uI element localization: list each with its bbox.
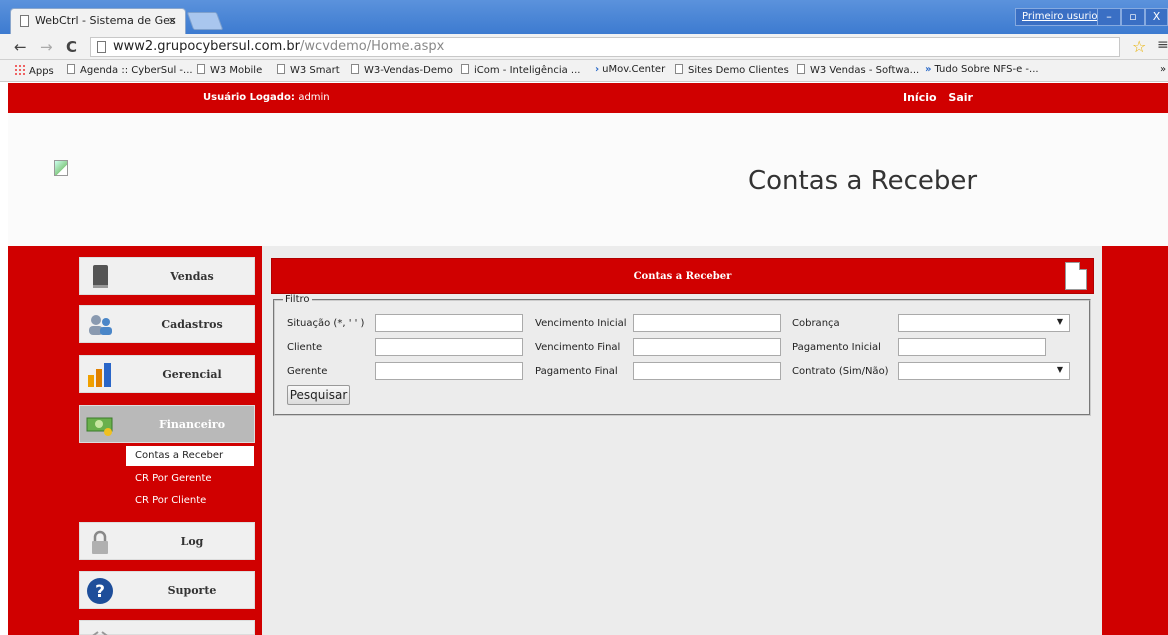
bookmark-apps[interactable]: Apps: [14, 64, 54, 77]
page-icon: [675, 64, 683, 74]
page-icon: [277, 64, 285, 74]
label-pagamento-inicial: Pagamento Inicial: [792, 342, 881, 353]
bookmark-item[interactable]: » Tudo Sobre NFS-e -...: [925, 64, 1039, 75]
url-input[interactable]: www2.grupocybersul.com.br/wcvdemo/Home.a…: [90, 37, 1120, 57]
label-situacao: Situação (*, ' ' ): [287, 318, 365, 329]
bookmarks-overflow-button[interactable]: »: [1160, 64, 1166, 75]
filter-legend: Filtro: [285, 294, 310, 305]
search-button[interactable]: Pesquisar: [287, 385, 350, 405]
label-gerente: Gerente: [287, 366, 328, 377]
situacao-input[interactable]: [375, 314, 523, 332]
page-header: Contas a Receber: [8, 113, 1168, 246]
bookmarks-bar: Apps Agenda :: CyberSul -... W3 Mobile W…: [0, 60, 1168, 82]
page-icon: [67, 64, 75, 74]
dropdown-arrow-icon: ▼: [1056, 365, 1063, 374]
bookmark-item[interactable]: Sites Demo Clientes: [675, 64, 789, 76]
money-icon: [86, 417, 113, 436]
page-icon: [197, 64, 205, 74]
dropdown-arrow-icon: ▼: [1056, 317, 1063, 326]
browser-titlebar: WebCtrl - Sistema de Ges × Primeiro usur…: [0, 0, 1168, 34]
panel-header: Contas a Receber: [271, 258, 1094, 294]
page-icon: [461, 64, 469, 74]
page-icon: [797, 64, 805, 74]
logo-broken-image-icon: [54, 160, 68, 176]
label-vencimento-inicial: Vencimento Inicial: [535, 318, 627, 329]
minimize-button[interactable]: –: [1097, 8, 1121, 26]
cobranca-select[interactable]: ▼: [898, 314, 1070, 332]
page-icon: [351, 64, 359, 74]
bookmark-item[interactable]: W3 Vendas - Softwa...: [797, 64, 919, 76]
pagamento-final-input[interactable]: [633, 362, 781, 380]
cliente-input[interactable]: [375, 338, 523, 356]
page-topbar: Usuário Logado: admin Início Sair: [8, 83, 1168, 113]
home-link[interactable]: Início: [903, 91, 937, 104]
tab-close-icon[interactable]: ×: [168, 14, 177, 27]
double-chevron-icon: »: [925, 64, 932, 75]
tab-title: WebCtrl - Sistema de Ges: [35, 14, 176, 27]
sidebar-item-vendas[interactable]: Vendas: [79, 257, 255, 295]
sidebar-item-cadastros[interactable]: Cadastros: [79, 305, 255, 343]
address-bar: ← → C www2.grupocybersul.com.br/wcvdemo/…: [0, 34, 1168, 60]
bookmark-item[interactable]: W3 Smart: [277, 64, 340, 76]
bookmark-item[interactable]: W3 Mobile: [197, 64, 262, 76]
new-document-icon[interactable]: [1065, 262, 1087, 290]
right-margin: [1102, 246, 1168, 635]
bookmark-item[interactable]: iCom - Inteligência ...: [461, 64, 580, 76]
sidebar-item-more[interactable]: [79, 620, 255, 635]
sidebar-item-log[interactable]: Log: [79, 522, 255, 560]
page-icon: [97, 41, 106, 53]
browser-menu-icon[interactable]: ≡: [1157, 37, 1168, 53]
sidebar-item-financeiro[interactable]: Financeiro: [79, 405, 255, 443]
sidebar-item-suporte[interactable]: ? Suporte: [79, 571, 255, 609]
label-vencimento-final: Vencimento Final: [535, 342, 621, 353]
apps-grid-icon: [14, 64, 25, 75]
maximize-button[interactable]: ▫: [1121, 8, 1145, 26]
bookmark-item[interactable]: W3-Vendas-Demo: [351, 64, 453, 76]
reload-button[interactable]: C: [66, 38, 77, 56]
url-path: /wcvdemo/Home.aspx: [300, 39, 445, 54]
vencimento-final-input[interactable]: [633, 338, 781, 356]
new-tab-button[interactable]: [186, 12, 224, 30]
submenu-cr-por-cliente[interactable]: CR Por Cliente: [135, 495, 206, 506]
submenu-contas-a-receber[interactable]: Contas a Receber: [126, 446, 254, 466]
pagamento-inicial-input[interactable]: [898, 338, 1046, 356]
label-contrato: Contrato (Sim/Não): [792, 366, 889, 377]
bookmark-item[interactable]: › uMov.Center: [595, 64, 665, 75]
lock-icon: [92, 530, 108, 554]
browser-tab[interactable]: WebCtrl - Sistema de Ges ×: [10, 8, 186, 34]
submenu-cr-por-gerente[interactable]: CR Por Gerente: [135, 473, 212, 484]
page-title: Contas a Receber: [748, 166, 978, 196]
book-icon: [93, 265, 108, 288]
sidebar-item-gerencial[interactable]: Gerencial: [79, 355, 255, 393]
gerente-input[interactable]: [375, 362, 523, 380]
help-icon: ?: [87, 578, 113, 604]
exit-link[interactable]: Sair: [948, 91, 973, 104]
bookmark-item[interactable]: Agenda :: CyberSul -...: [67, 64, 193, 76]
chevron-right-icon: ›: [595, 64, 600, 75]
bar-chart-icon: [88, 363, 111, 387]
page-icon: [20, 15, 29, 27]
users-icon: [89, 315, 112, 335]
logged-user: Usuário Logado: admin: [203, 92, 330, 103]
tools-icon: [92, 631, 108, 635]
vencimento-inicial-input[interactable]: [633, 314, 781, 332]
label-cliente: Cliente: [287, 342, 323, 353]
back-button[interactable]: ←: [14, 38, 27, 56]
forward-button[interactable]: →: [40, 38, 53, 56]
contrato-select[interactable]: ▼: [898, 362, 1070, 380]
close-window-button[interactable]: X: [1145, 8, 1168, 26]
url-host: www2.grupocybersul.com.br: [113, 39, 301, 54]
top-links: Início Sair: [903, 91, 981, 104]
panel-title: Contas a Receber: [633, 271, 732, 282]
label-pagamento-final: Pagamento Final: [535, 366, 618, 377]
profile-button[interactable]: Primeiro usurio: [1015, 8, 1105, 26]
username: admin: [298, 92, 330, 103]
bookmark-star-icon[interactable]: ☆: [1132, 37, 1146, 56]
label-cobranca: Cobrança: [792, 318, 840, 329]
svg-text:?: ?: [95, 582, 105, 602]
